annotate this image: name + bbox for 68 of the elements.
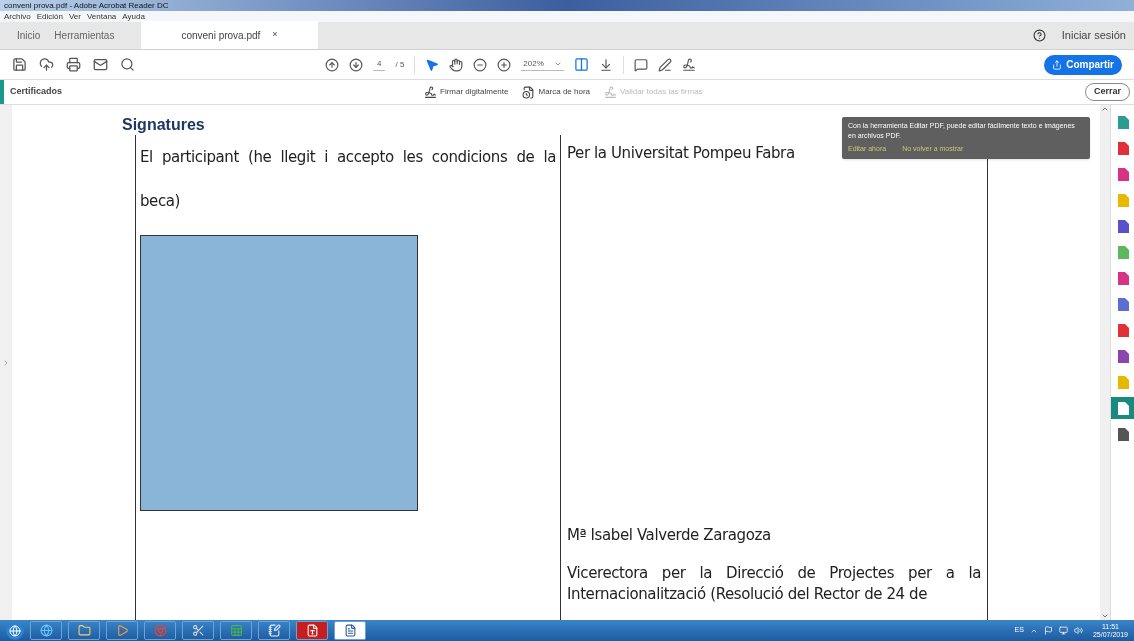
sign-in-link[interactable]: Iniciar sesión	[1061, 26, 1126, 44]
browser-icon[interactable]	[144, 621, 176, 640]
dropdown-caret-icon[interactable]	[553, 60, 562, 68]
tab[interactable]: conveni prova.pdf ×	[141, 21, 318, 49]
zoom-in-icon[interactable]	[497, 57, 512, 72]
signer-name: Mª Isabel Valverde Zaragoza	[567, 525, 771, 545]
menu-item[interactable]: Ayuda	[122, 11, 145, 22]
share-button[interactable]: Compartir	[1044, 54, 1122, 75]
scroll-up-icon[interactable]	[1101, 105, 1109, 113]
search-icon[interactable]	[120, 57, 135, 72]
document-tool-icon[interactable]	[1116, 167, 1129, 181]
signature-icon[interactable]	[681, 57, 696, 72]
menu-item[interactable]: Edición	[36, 11, 63, 22]
print-icon[interactable]	[66, 57, 81, 72]
role-text: Vicerectora per la Direcció de Projectes per a la Internacionalització (Resolució del Rector de 24 de	[567, 563, 981, 605]
scroll-down-icon[interactable]	[1101, 612, 1109, 620]
document-tool-icon[interactable]	[1116, 427, 1129, 441]
page-up-icon[interactable]	[325, 57, 339, 72]
section-heading: Signatures	[122, 115, 205, 135]
menu-item[interactable]: Ventana	[86, 11, 117, 22]
volume-icon[interactable]	[1073, 626, 1083, 635]
help-icon[interactable]	[1032, 28, 1046, 42]
document-tool-icon[interactable]	[1116, 115, 1129, 129]
folder-icon[interactable]	[68, 621, 100, 640]
page-number-field[interactable]: 4	[373, 58, 386, 71]
hand-icon[interactable]	[449, 57, 464, 72]
save-icon[interactable]	[12, 57, 27, 72]
menu-item[interactable]: Ver	[68, 11, 81, 22]
document-clock-icon	[522, 85, 536, 99]
document-tool-icon[interactable]	[1116, 323, 1129, 337]
cloud-upload-icon[interactable]	[39, 57, 54, 72]
page-total: / 5	[395, 58, 405, 71]
participant-text: El participant (he llegit i accepto les condicions de la beca)	[140, 147, 556, 212]
close-tab-icon[interactable]: ×	[272, 28, 278, 42]
zoom-dropdown[interactable]: 202%	[521, 58, 564, 71]
notepad-icon[interactable]	[258, 621, 290, 640]
document-tool-icon[interactable]	[1116, 271, 1129, 285]
tool-slot[interactable]	[1110, 397, 1134, 419]
document-tool-icon[interactable]	[1116, 141, 1129, 155]
page-down-icon[interactable]	[349, 57, 363, 72]
tab[interactable]: Inicio	[10, 21, 48, 49]
flag-icon[interactable]	[1043, 626, 1053, 635]
signature-pen-icon	[424, 85, 437, 99]
media-player-icon[interactable]	[106, 621, 138, 640]
panel-title: Certificados	[10, 85, 63, 99]
pen-icon[interactable]	[657, 57, 672, 72]
spreadsheet-icon[interactable]	[220, 621, 252, 640]
share-icon	[1052, 59, 1063, 70]
signature-pen-icon	[604, 85, 618, 99]
network-icon[interactable]	[1058, 626, 1068, 635]
document-tool-icon[interactable]	[1116, 297, 1129, 311]
page-layout-icon[interactable]	[573, 57, 589, 72]
comment-icon[interactable]	[633, 57, 648, 72]
start-button-icon[interactable]	[6, 621, 24, 640]
document-tool-icon[interactable]	[1116, 401, 1129, 415]
tab[interactable]: Herramientas	[47, 21, 122, 49]
menu-item[interactable]: Archivo	[4, 11, 31, 22]
tool-button[interactable]: Marca de hora	[522, 85, 591, 99]
document-tool-icon[interactable]	[1116, 219, 1129, 233]
university-text: Per la Universitat Pompeu Fabra	[567, 143, 795, 163]
document-tool-icon[interactable]	[1116, 349, 1129, 363]
scissors-icon[interactable]	[182, 621, 214, 640]
mail-icon[interactable]	[93, 57, 108, 72]
pointer-icon[interactable]	[425, 57, 440, 72]
tool-button[interactable]: Firmar digitalmente	[424, 85, 509, 99]
scrollbar[interactable]	[1100, 105, 1110, 620]
zoom-out-icon[interactable]	[473, 57, 488, 72]
window-title: conveni prova.pdf - Adobe Acrobat Reader DC	[4, 0, 169, 11]
